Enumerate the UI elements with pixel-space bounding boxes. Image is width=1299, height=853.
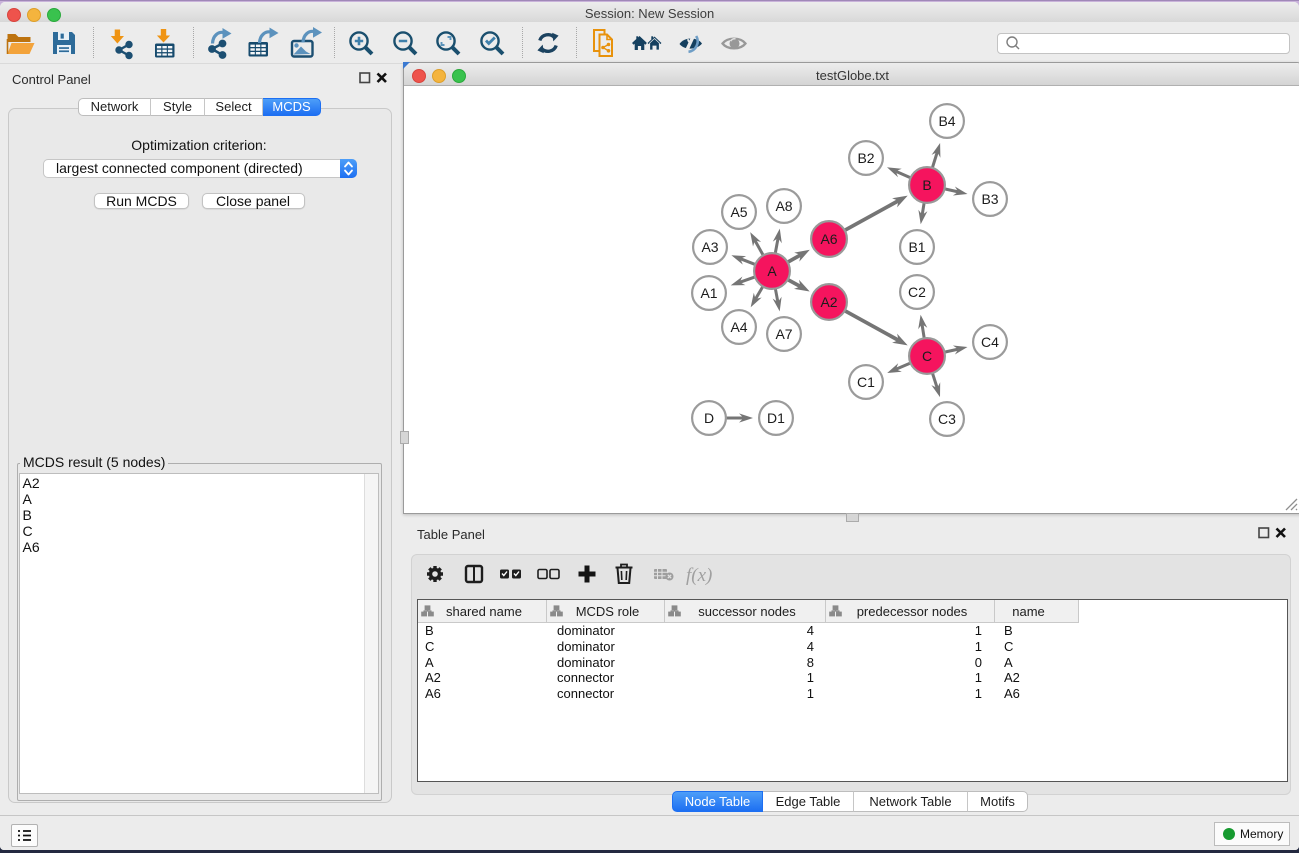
svg-text:A6: A6 [820, 231, 837, 247]
svg-text:C1: C1 [857, 374, 875, 390]
svg-text:B1: B1 [908, 239, 925, 255]
svg-text:A1: A1 [700, 285, 717, 301]
svg-text:A2: A2 [820, 294, 837, 310]
svg-text:B3: B3 [981, 191, 998, 207]
svg-text:C3: C3 [938, 411, 956, 427]
svg-text:A7: A7 [775, 326, 792, 342]
svg-text:C: C [922, 348, 932, 364]
svg-text:B2: B2 [857, 150, 874, 166]
svg-text:f(x): f(x) [686, 565, 712, 586]
svg-text:A8: A8 [775, 198, 792, 214]
svg-text:D1: D1 [767, 410, 785, 426]
svg-text:B: B [922, 177, 931, 193]
svg-text:D: D [704, 410, 714, 426]
svg-text:B4: B4 [938, 113, 955, 129]
svg-text:C4: C4 [981, 334, 999, 350]
svg-text:A4: A4 [730, 319, 747, 335]
svg-text:C2: C2 [908, 284, 926, 300]
svg-text:A5: A5 [730, 204, 747, 220]
svg-text:A3: A3 [701, 239, 718, 255]
svg-text:A: A [767, 263, 777, 279]
